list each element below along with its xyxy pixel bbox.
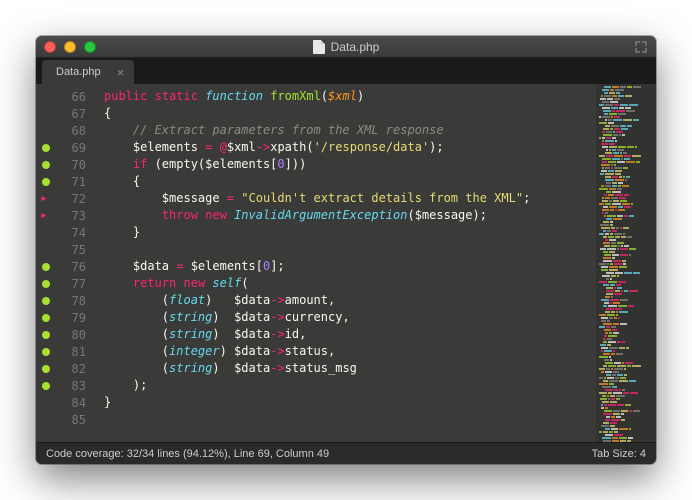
line-number: 77 xyxy=(72,277,86,291)
line-number: 76 xyxy=(72,260,86,274)
line-number: 82 xyxy=(72,362,86,376)
code-line[interactable]: } xyxy=(94,394,596,411)
line-number: 84 xyxy=(72,396,86,410)
coverage-miss-icon: ▸ xyxy=(40,209,48,222)
coverage-dot-icon xyxy=(42,348,50,356)
gutter-line[interactable]: 79 xyxy=(36,309,94,326)
traffic-lights xyxy=(44,41,96,53)
status-left[interactable]: Code coverage: 32/34 lines (94.12%), Lin… xyxy=(46,448,329,460)
code-line[interactable] xyxy=(94,241,596,258)
code-line[interactable]: (string) $data->currency, xyxy=(94,309,596,326)
tab-label: Data.php xyxy=(56,66,101,78)
coverage-dot-icon xyxy=(42,161,50,169)
coverage-dot-icon xyxy=(42,365,50,373)
minimap[interactable] xyxy=(596,84,656,442)
line-number: 75 xyxy=(72,243,86,257)
gutter-line[interactable]: 78 xyxy=(36,292,94,309)
line-number: 83 xyxy=(72,379,86,393)
line-number: 66 xyxy=(72,90,86,104)
gutter-line[interactable]: 75 xyxy=(36,241,94,258)
gutter-line[interactable]: 74 xyxy=(36,224,94,241)
status-bar: Code coverage: 32/34 lines (94.12%), Lin… xyxy=(36,442,656,464)
code-line[interactable]: return new self( xyxy=(94,275,596,292)
coverage-dot-icon xyxy=(42,280,50,288)
gutter-line[interactable]: 80 xyxy=(36,326,94,343)
line-number: 68 xyxy=(72,124,86,138)
editor-area: 66 67 68 69 70 71 ▸ 72 ▸ 73 74 75 76 77 78 79 80 81 82 83 84… xyxy=(36,84,656,442)
code-line[interactable]: public static function fromXml($xml) xyxy=(94,88,596,105)
gutter-line[interactable]: ▸ 72 xyxy=(36,190,94,207)
code-line[interactable]: (string) $data->id, xyxy=(94,326,596,343)
gutter-line[interactable]: 69 xyxy=(36,139,94,156)
line-number: 80 xyxy=(72,328,86,342)
gutter-line[interactable]: 76 xyxy=(36,258,94,275)
line-number: 81 xyxy=(72,345,86,359)
gutter-line[interactable]: 81 xyxy=(36,343,94,360)
code-line[interactable]: } xyxy=(94,224,596,241)
coverage-dot-icon xyxy=(42,331,50,339)
gutter-line[interactable]: 67 xyxy=(36,105,94,122)
code-line[interactable]: (integer) $data->status, xyxy=(94,343,596,360)
gutter[interactable]: 66 67 68 69 70 71 ▸ 72 ▸ 73 74 75 76 77 78 79 80 81 82 83 84… xyxy=(36,84,94,442)
code-line[interactable]: $elements = @$xml->xpath('/response/data… xyxy=(94,139,596,156)
code-line[interactable]: // Extract parameters from the XML respo… xyxy=(94,122,596,139)
code-line[interactable]: $message = "Couldn't extract details fro… xyxy=(94,190,596,207)
coverage-miss-icon: ▸ xyxy=(40,192,48,205)
code-line[interactable]: ); xyxy=(94,377,596,394)
titlebar[interactable]: Data.php xyxy=(36,36,656,58)
zoom-button[interactable] xyxy=(84,41,96,53)
window-title: Data.php xyxy=(36,40,656,54)
gutter-line[interactable]: 82 xyxy=(36,360,94,377)
minimize-button[interactable] xyxy=(64,41,76,53)
close-button[interactable] xyxy=(44,41,56,53)
fullscreen-icon[interactable] xyxy=(634,40,648,54)
code-editor[interactable]: public static function fromXml($xml){ //… xyxy=(94,84,596,442)
code-line[interactable]: (float) $data->amount, xyxy=(94,292,596,309)
line-number: 70 xyxy=(72,158,86,172)
close-icon[interactable]: × xyxy=(115,65,127,80)
code-line[interactable]: $data = $elements[0]; xyxy=(94,258,596,275)
tab-bar: Data.php × xyxy=(36,58,656,84)
editor-window: Data.php Data.php × 66 67 68 69 70 71 ▸ 72 ▸ 73 74… xyxy=(36,36,656,464)
gutter-line[interactable]: ▸ 73 xyxy=(36,207,94,224)
gutter-line[interactable]: 85 xyxy=(36,411,94,428)
code-line[interactable]: (string) $data->status_msg xyxy=(94,360,596,377)
line-number: 73 xyxy=(72,209,86,223)
line-number: 71 xyxy=(72,175,86,189)
code-line[interactable]: { xyxy=(94,173,596,190)
gutter-line[interactable]: 66 xyxy=(36,88,94,105)
tab-data-php[interactable]: Data.php × xyxy=(42,60,134,84)
coverage-dot-icon xyxy=(42,297,50,305)
gutter-line[interactable]: 77 xyxy=(36,275,94,292)
line-number: 79 xyxy=(72,311,86,325)
line-number: 78 xyxy=(72,294,86,308)
gutter-line[interactable]: 71 xyxy=(36,173,94,190)
code-line[interactable]: { xyxy=(94,105,596,122)
gutter-line[interactable]: 68 xyxy=(36,122,94,139)
coverage-dot-icon xyxy=(42,263,50,271)
status-right[interactable]: Tab Size: 4 xyxy=(592,448,646,460)
code-line[interactable]: if (empty($elements[0])) xyxy=(94,156,596,173)
coverage-dot-icon xyxy=(42,144,50,152)
coverage-dot-icon xyxy=(42,178,50,186)
file-icon xyxy=(313,40,325,54)
gutter-line[interactable]: 84 xyxy=(36,394,94,411)
line-number: 74 xyxy=(72,226,86,240)
line-number: 85 xyxy=(72,413,86,427)
line-number: 67 xyxy=(72,107,86,121)
coverage-dot-icon xyxy=(42,314,50,322)
gutter-line[interactable]: 70 xyxy=(36,156,94,173)
window-title-text: Data.php xyxy=(331,40,380,54)
gutter-line[interactable]: 83 xyxy=(36,377,94,394)
line-number: 69 xyxy=(72,141,86,155)
line-number: 72 xyxy=(72,192,86,206)
code-line[interactable]: throw new InvalidArgumentException($mess… xyxy=(94,207,596,224)
coverage-dot-icon xyxy=(42,382,50,390)
